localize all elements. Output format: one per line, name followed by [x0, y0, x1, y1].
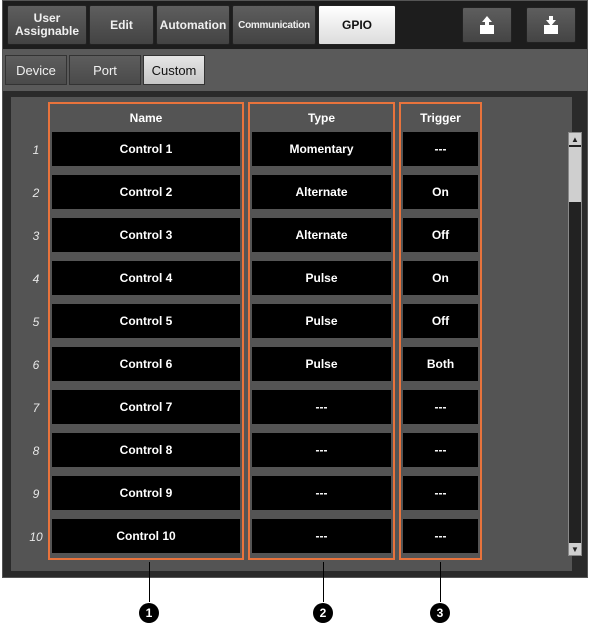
- subtab-device[interactable]: Device: [5, 55, 67, 85]
- export-button[interactable]: [526, 7, 576, 43]
- type-cell[interactable]: Alternate: [252, 218, 391, 252]
- trigger-cell[interactable]: Off: [403, 304, 478, 338]
- tab-automation[interactable]: Automation: [156, 5, 230, 45]
- row-number: 8: [32, 444, 40, 458]
- subtab-port[interactable]: Port: [69, 55, 141, 85]
- row-number: 3: [32, 229, 40, 243]
- tab-user-assignable[interactable]: User Assignable: [7, 5, 87, 45]
- scroll-thumb[interactable]: [569, 147, 581, 202]
- row-number: 1: [32, 143, 40, 157]
- header-name: Name: [129, 111, 163, 125]
- tab-edit[interactable]: Edit: [89, 5, 154, 45]
- scroll-down-arrow-icon[interactable]: ▼: [569, 543, 581, 555]
- trigger-cell[interactable]: ---: [403, 476, 478, 510]
- type-cell[interactable]: Momentary: [252, 132, 391, 166]
- type-cell[interactable]: ---: [252, 433, 391, 467]
- trigger-cell[interactable]: ---: [403, 519, 478, 553]
- callout-line-3: [440, 562, 441, 602]
- callout-marker-2: 2: [313, 603, 333, 623]
- trigger-cell[interactable]: On: [403, 175, 478, 209]
- type-cell[interactable]: ---: [252, 390, 391, 424]
- trigger-cell[interactable]: ---: [403, 390, 478, 424]
- import-button[interactable]: [462, 7, 512, 43]
- header-trigger: Trigger: [420, 111, 461, 125]
- type-cell[interactable]: ---: [252, 476, 391, 510]
- name-cell[interactable]: Control 1: [52, 132, 240, 166]
- type-cell[interactable]: Alternate: [252, 175, 391, 209]
- tab-communication[interactable]: Communication: [232, 5, 316, 45]
- row-number: 9: [32, 487, 40, 501]
- export-icon: [544, 16, 558, 34]
- name-cell[interactable]: Control 3: [52, 218, 240, 252]
- name-cell[interactable]: Control 9: [52, 476, 240, 510]
- main-tab-bar: User Assignable Edit Automation Communic…: [3, 1, 587, 49]
- name-cell[interactable]: Control 2: [52, 175, 240, 209]
- type-cell[interactable]: Pulse: [252, 261, 391, 295]
- header-type: Type: [307, 111, 336, 125]
- callout-line-1: [149, 562, 150, 602]
- name-cell[interactable]: Control 5: [52, 304, 240, 338]
- tab-gpio[interactable]: GPIO: [318, 5, 396, 45]
- import-icon: [480, 16, 494, 34]
- subtab-custom[interactable]: Custom: [143, 55, 205, 85]
- row-number: 4: [32, 272, 40, 286]
- row-number: 6: [32, 358, 40, 372]
- trigger-cell[interactable]: Off: [403, 218, 478, 252]
- name-cell[interactable]: Control 4: [52, 261, 240, 295]
- callout-marker-1: 1: [139, 603, 159, 623]
- row-number: 7: [32, 401, 40, 415]
- trigger-cell[interactable]: Both: [403, 347, 478, 381]
- row-number: 10: [29, 530, 43, 544]
- scroll-up-arrow-icon[interactable]: ▲: [569, 133, 581, 145]
- type-cell[interactable]: ---: [252, 519, 391, 553]
- callout-marker-3: 3: [430, 603, 450, 623]
- row-number: 2: [32, 186, 40, 200]
- name-cell[interactable]: Control 7: [52, 390, 240, 424]
- callout-line-2: [323, 562, 324, 602]
- sub-tab-bar: Device Port Custom: [3, 49, 587, 91]
- type-cell[interactable]: Pulse: [252, 304, 391, 338]
- type-cell[interactable]: Pulse: [252, 347, 391, 381]
- trigger-cell[interactable]: On: [403, 261, 478, 295]
- table-scrollbar[interactable]: ▲ ▼: [568, 132, 582, 556]
- name-cell[interactable]: Control 8: [52, 433, 240, 467]
- name-cell[interactable]: Control 6: [52, 347, 240, 381]
- row-number: 5: [32, 315, 40, 329]
- trigger-cell[interactable]: ---: [403, 433, 478, 467]
- trigger-cell[interactable]: ---: [403, 132, 478, 166]
- name-cell[interactable]: Control 10: [52, 519, 240, 553]
